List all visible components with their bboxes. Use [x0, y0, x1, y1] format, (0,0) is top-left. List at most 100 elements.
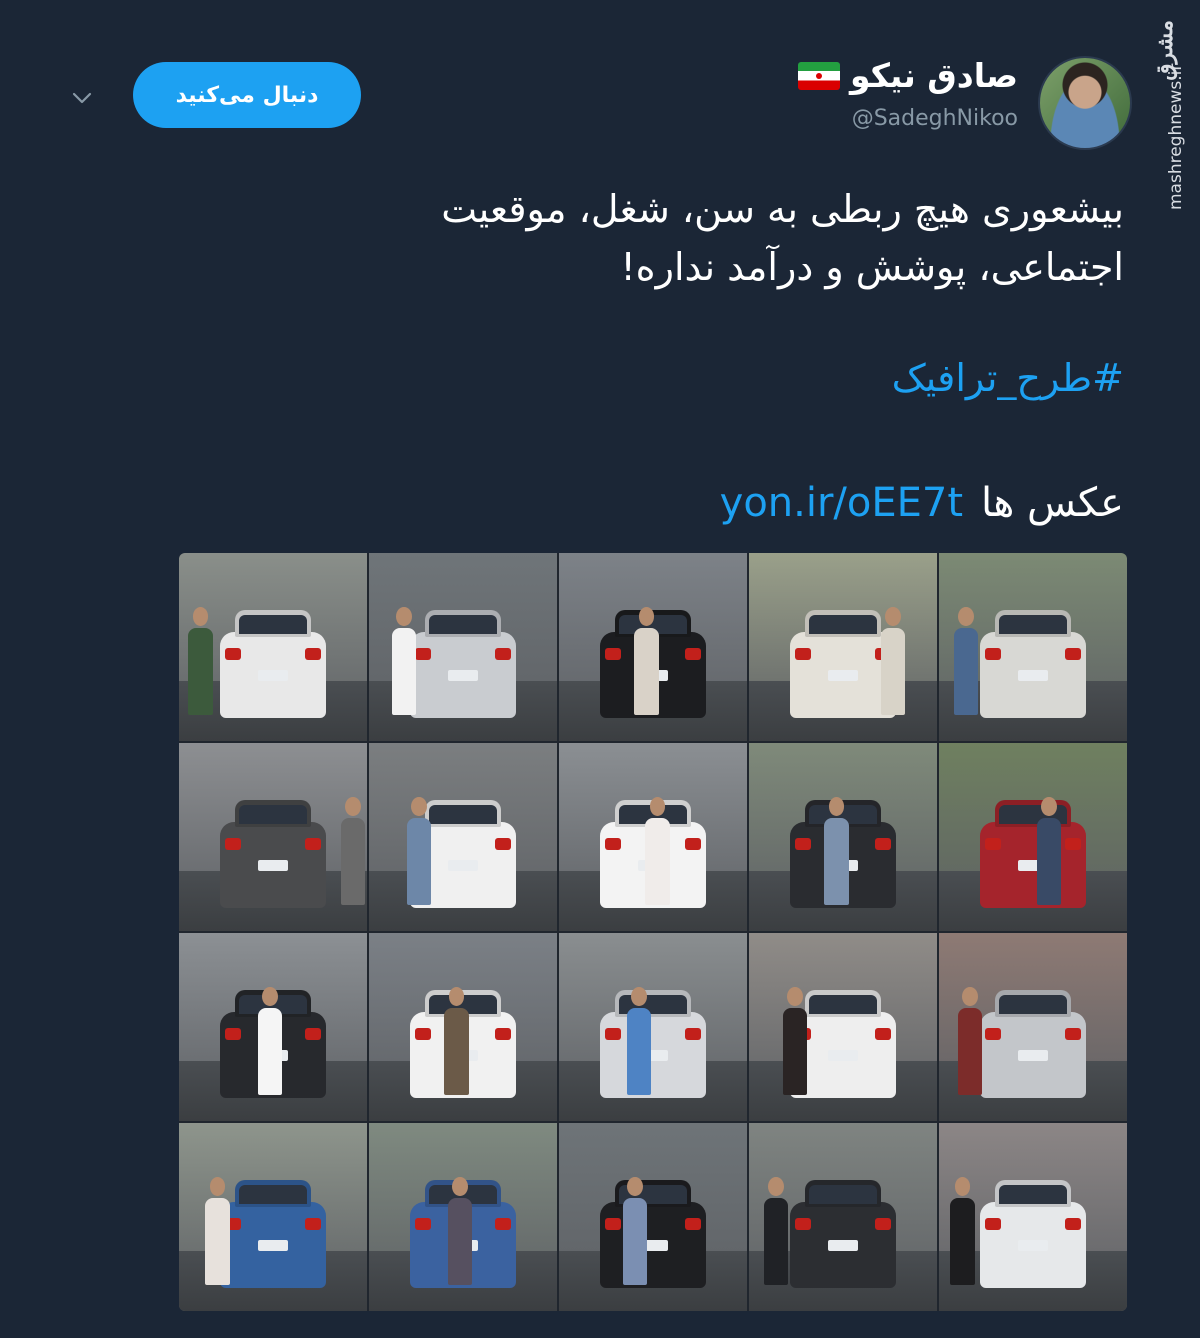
- car-light-l: [984, 837, 1002, 850]
- photo-cell[interactable]: [369, 933, 557, 1121]
- photo-cell[interactable]: [179, 553, 367, 741]
- person: [824, 797, 849, 905]
- car-plate: [828, 670, 858, 682]
- car-light-l: [794, 1217, 812, 1230]
- car: [220, 614, 326, 719]
- car-light-l: [984, 1027, 1002, 1040]
- car-light-r: [304, 837, 322, 850]
- photo-cell[interactable]: [939, 553, 1127, 741]
- photos-line: عکس ها yon.ir/oEE7t: [720, 480, 1124, 526]
- car-light-l: [224, 837, 242, 850]
- person: [406, 797, 432, 905]
- user-name: صادق نیکو: [850, 56, 1018, 95]
- car-light-r: [494, 1027, 512, 1040]
- person: [880, 607, 906, 715]
- person: [645, 797, 670, 905]
- car-light-r: [684, 1217, 702, 1230]
- car-light-l: [984, 1217, 1002, 1230]
- car-light-r: [874, 837, 892, 850]
- car-light-r: [494, 647, 512, 660]
- person: [391, 607, 416, 715]
- person: [764, 1177, 789, 1285]
- person: [782, 987, 808, 1095]
- car-plate: [258, 1240, 288, 1252]
- car: [980, 994, 1086, 1099]
- car-light-r: [874, 1027, 892, 1040]
- photo-cell[interactable]: [369, 553, 557, 741]
- photo-cell[interactable]: [939, 933, 1127, 1121]
- car-light-r: [1064, 1027, 1082, 1040]
- car-plate: [1018, 1050, 1048, 1062]
- photos-link[interactable]: yon.ir/oEE7t: [720, 480, 963, 526]
- user-handle[interactable]: @SadeghNikoo: [852, 106, 1018, 131]
- car-light-l: [414, 647, 432, 660]
- photo-cell[interactable]: [939, 1123, 1127, 1311]
- photo-cell[interactable]: [369, 743, 557, 931]
- car-window: [809, 614, 877, 634]
- person: [205, 1177, 230, 1285]
- car-light-r: [304, 1027, 322, 1040]
- car-plate: [448, 860, 478, 872]
- car-window: [999, 994, 1067, 1014]
- person: [340, 797, 366, 905]
- car-light-l: [604, 837, 622, 850]
- photo-cell[interactable]: [749, 1123, 937, 1311]
- photo-cell[interactable]: [749, 743, 937, 931]
- car-plate: [828, 1240, 858, 1252]
- person: [957, 987, 983, 1095]
- car: [600, 994, 706, 1099]
- car-light-r: [304, 647, 322, 660]
- car-plate: [1018, 670, 1048, 682]
- photo-cell[interactable]: [179, 743, 367, 931]
- photo-cell[interactable]: [559, 1123, 747, 1311]
- person: [634, 607, 659, 715]
- chevron-down-icon[interactable]: [70, 86, 94, 110]
- car-plate: [448, 670, 478, 682]
- photo-grid[interactable]: [179, 553, 1127, 1311]
- photo-cell[interactable]: [179, 1123, 367, 1311]
- photos-label: عکس ها: [981, 480, 1124, 526]
- car-light-r: [684, 647, 702, 660]
- car-light-r: [684, 1027, 702, 1040]
- car-light-r: [494, 837, 512, 850]
- car-window: [809, 994, 877, 1014]
- car-plate: [258, 670, 288, 682]
- photo-cell[interactable]: [559, 553, 747, 741]
- car: [980, 804, 1086, 909]
- car-light-r: [1064, 1217, 1082, 1230]
- tweet-text-line-1: بیشعوری هیچ ربطی به سن، شغل، موقعیت: [441, 187, 1124, 231]
- car: [410, 614, 516, 719]
- photo-cell[interactable]: [559, 743, 747, 931]
- person: [622, 1177, 648, 1285]
- photo-cell[interactable]: [179, 933, 367, 1121]
- car-light-r: [494, 1217, 512, 1230]
- user-name-row[interactable]: صادق نیکو: [798, 56, 1018, 95]
- car-window: [999, 614, 1067, 634]
- person: [954, 607, 979, 715]
- car-light-l: [604, 1027, 622, 1040]
- iran-flag-icon: [798, 61, 841, 90]
- car-light-l: [794, 647, 812, 660]
- car-window: [239, 804, 307, 824]
- car-light-r: [684, 837, 702, 850]
- car-light-l: [984, 647, 1002, 660]
- car-light-r: [1064, 647, 1082, 660]
- car-light-r: [1064, 837, 1082, 850]
- car-window: [239, 614, 307, 634]
- avatar[interactable]: [1038, 56, 1132, 150]
- car-light-l: [224, 647, 242, 660]
- photo-cell[interactable]: [749, 933, 937, 1121]
- photo-cell[interactable]: [749, 553, 937, 741]
- car-light-l: [414, 1217, 432, 1230]
- car-window: [429, 804, 497, 824]
- car-plate: [828, 1050, 858, 1062]
- car-light-l: [604, 647, 622, 660]
- car-light-l: [604, 1217, 622, 1230]
- watermark-url: mashreghnews.ir: [1166, 63, 1186, 210]
- photo-cell[interactable]: [939, 743, 1127, 931]
- watermark: مشرق mashreghnews.ir: [1152, 20, 1192, 210]
- hashtag-link[interactable]: #طرح_ترافیک: [892, 356, 1124, 400]
- photo-cell[interactable]: [559, 933, 747, 1121]
- following-button[interactable]: دنبال می‌کنید: [133, 62, 361, 128]
- photo-cell[interactable]: [369, 1123, 557, 1311]
